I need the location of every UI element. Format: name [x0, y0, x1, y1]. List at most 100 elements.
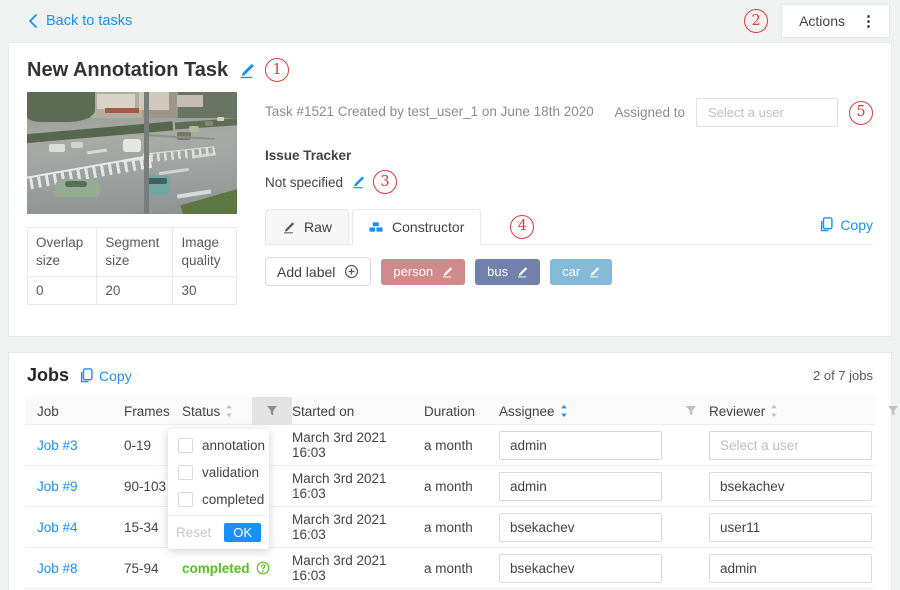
- job-link[interactable]: Job #8: [37, 561, 124, 576]
- job-link[interactable]: Job #9: [37, 479, 124, 494]
- job-assignee-input[interactable]: [499, 513, 662, 542]
- checkbox-icon[interactable]: [178, 492, 193, 507]
- label-tag-car[interactable]: car: [550, 259, 612, 285]
- preview-shape: [143, 146, 216, 162]
- labels-copy-button[interactable]: Copy: [819, 217, 873, 237]
- back-to-tasks-label: Back to tasks: [46, 13, 132, 29]
- col-assignee[interactable]: Assignee: [499, 404, 672, 419]
- sort-carets-icon[interactable]: [770, 404, 778, 418]
- col-status[interactable]: Status: [182, 404, 252, 419]
- preview-shape: [65, 181, 87, 187]
- sort-carets-icon-active[interactable]: [560, 404, 568, 418]
- edit-task-name-icon[interactable]: [238, 62, 255, 79]
- job-frames: 75-94: [124, 561, 182, 576]
- task-title: New Annotation Task: [27, 59, 228, 82]
- actions-label: Actions: [799, 13, 845, 29]
- assigned-to-label: Assigned to: [614, 105, 685, 120]
- preview-shape: [123, 139, 141, 152]
- add-label-button[interactable]: Add label: [265, 257, 371, 286]
- col-reviewer-label: Reviewer: [709, 404, 765, 419]
- preview-shape: [159, 168, 189, 175]
- label-tag-bus[interactable]: bus: [475, 259, 540, 285]
- preview-shape: [49, 144, 65, 152]
- filter-funnel-icon: [887, 405, 899, 417]
- jobs-table: Job Frames Status Started on Duration As…: [25, 397, 875, 589]
- filter-option-annotation[interactable]: annotation: [168, 432, 269, 459]
- tab-constructor-label: Constructor: [392, 219, 464, 235]
- col-job: Job: [37, 404, 124, 419]
- filter-funnel-icon: [685, 405, 697, 417]
- col-assignee-label: Assignee: [499, 404, 555, 419]
- job-reviewer-input[interactable]: [709, 513, 872, 542]
- top-bar: Back to tasks 2 Actions ⋮: [0, 0, 900, 42]
- actions-button[interactable]: Actions ⋮: [781, 4, 890, 38]
- task-assignee-input[interactable]: [696, 98, 838, 127]
- preview-shape: [177, 95, 203, 107]
- annotation-marker-2: 2: [744, 9, 768, 33]
- job-row: Job #9 90-103 March 3rd 2021 16:03 a mon…: [25, 466, 875, 507]
- filter-ok-button[interactable]: OK: [224, 523, 261, 542]
- col-started: Started on: [292, 404, 424, 419]
- preview-shape: [144, 92, 149, 214]
- job-started: March 3rd 2021 16:03: [292, 430, 424, 460]
- jobs-title: Jobs: [27, 365, 69, 386]
- job-link[interactable]: Job #3: [37, 438, 124, 453]
- filter-option-label: validation: [202, 465, 259, 480]
- topbar-right: 2 Actions ⋮: [744, 4, 890, 38]
- job-link[interactable]: Job #4: [37, 520, 124, 535]
- filter-option-validation[interactable]: validation: [168, 459, 269, 486]
- issue-tracker-label: Issue Tracker: [265, 148, 873, 163]
- status-filter-button[interactable]: [252, 397, 292, 425]
- labels-tabs-bar: Raw Constructor 4 Copy: [265, 209, 873, 245]
- job-reviewer-input[interactable]: [709, 431, 872, 460]
- tab-raw-label: Raw: [304, 219, 332, 235]
- reviewer-filter-button[interactable]: [887, 405, 900, 417]
- question-circle-icon[interactable]: [256, 561, 270, 575]
- tab-raw[interactable]: Raw: [265, 209, 349, 244]
- sort-carets-icon[interactable]: [225, 404, 233, 418]
- label-tag-person[interactable]: person: [381, 259, 465, 285]
- job-duration: a month: [424, 561, 499, 576]
- job-assignee-input[interactable]: [499, 554, 662, 583]
- edit-issue-tracker-icon[interactable]: [351, 175, 365, 189]
- job-reviewer-input[interactable]: [709, 472, 872, 501]
- jobs-count: 2 of 7 jobs: [813, 368, 873, 383]
- annotation-marker-3: 3: [373, 170, 397, 194]
- job-assignee-input[interactable]: [499, 472, 662, 501]
- status-filter-dropdown: annotation validation completed Reset OK: [168, 429, 269, 549]
- task-left-column: Overlap size Segment size Image quality …: [27, 92, 237, 305]
- job-status-text: completed: [182, 561, 250, 576]
- plus-circle-icon: [344, 264, 359, 279]
- annotation-marker-5: 5: [849, 101, 873, 125]
- col-reviewer[interactable]: Reviewer: [709, 404, 887, 419]
- annotation-marker-4: 4: [510, 215, 534, 239]
- job-assignee-input[interactable]: [499, 431, 662, 460]
- job-started: March 3rd 2021 16:03: [292, 553, 424, 583]
- preview-shape: [217, 117, 224, 121]
- tab-constructor[interactable]: Constructor: [352, 209, 481, 244]
- checkbox-icon[interactable]: [178, 465, 193, 480]
- edit-label-icon[interactable]: [516, 266, 528, 278]
- back-to-tasks-link[interactable]: Back to tasks: [28, 13, 132, 29]
- jobs-copy-button[interactable]: Copy: [79, 368, 132, 384]
- filter-funnel-icon: [266, 405, 278, 417]
- job-reviewer-input[interactable]: [709, 554, 872, 583]
- add-label-label: Add label: [277, 264, 335, 280]
- filter-option-completed[interactable]: completed: [168, 486, 269, 513]
- job-duration: a month: [424, 479, 499, 494]
- preview-shape: [97, 94, 135, 109]
- pencil-icon: [282, 221, 295, 234]
- job-row: Job #3 0-19 March 3rd 2021 16:03 a month: [25, 425, 875, 466]
- task-details-card: New Annotation Task 1: [8, 42, 892, 337]
- edit-label-icon[interactable]: [441, 266, 453, 278]
- checkbox-icon[interactable]: [178, 438, 193, 453]
- chevron-left-icon: [28, 14, 37, 28]
- assigned-to-group: Assigned to 5: [614, 98, 873, 127]
- filter-reset-button[interactable]: Reset: [176, 525, 211, 540]
- preview-shape: [71, 142, 83, 148]
- assignee-filter-button[interactable]: [672, 397, 709, 425]
- preview-shape: [189, 126, 199, 132]
- param-header-segment: Segment size: [97, 228, 173, 277]
- edit-label-icon[interactable]: [588, 266, 600, 278]
- preview-shape: [105, 108, 139, 113]
